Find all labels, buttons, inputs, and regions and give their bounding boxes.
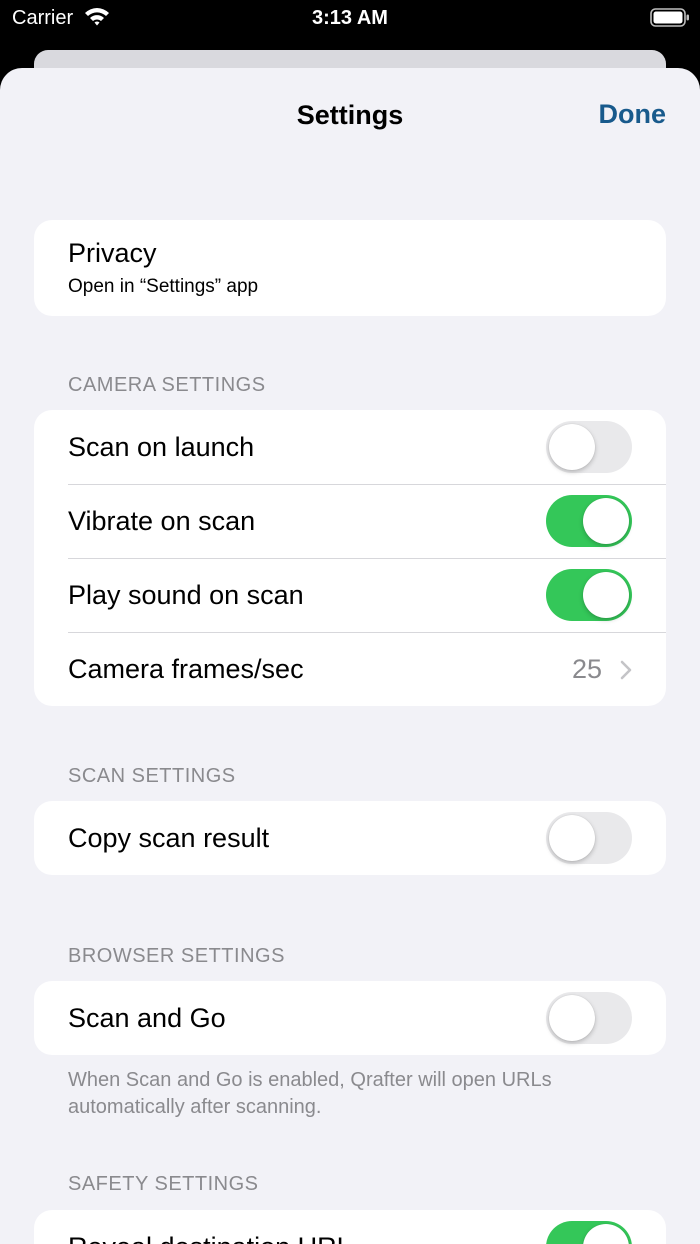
scan-and-go-row: Scan and Go	[34, 981, 666, 1055]
scan-on-launch-toggle[interactable]	[546, 421, 632, 473]
screen: Carrier 3:13 AM Settings Done Privacy Op…	[0, 0, 700, 1244]
scan-settings-group: Copy scan result	[34, 801, 666, 875]
reveal-destination-url-label: Reveal destination URL	[68, 1232, 352, 1244]
copy-scan-result-label: Copy scan result	[68, 823, 270, 853]
reveal-destination-url-row: Reveal destination URL	[34, 1210, 666, 1244]
toggle-knob	[583, 1224, 629, 1244]
camera-frames-value: 25	[571, 654, 602, 684]
vibrate-on-scan-toggle[interactable]	[546, 495, 632, 547]
play-sound-on-scan-row: Play sound on scan	[34, 558, 666, 632]
camera-frames-label: Camera frames/sec	[68, 654, 304, 684]
toggle-knob	[549, 995, 595, 1041]
copy-scan-result-toggle[interactable]	[546, 812, 632, 864]
toggle-knob	[549, 815, 595, 861]
privacy-row[interactable]: Privacy Open in “Settings” app	[34, 220, 666, 316]
browser-settings-header: BROWSER SETTINGS	[68, 945, 285, 967]
page-title: Settings	[296, 100, 404, 130]
privacy-group: Privacy Open in “Settings” app	[34, 220, 666, 316]
status-bar: Carrier 3:13 AM	[0, 0, 700, 36]
toggle-knob	[549, 424, 595, 470]
reveal-destination-url-toggle[interactable]	[546, 1221, 632, 1244]
scan-settings-header: SCAN SETTINGS	[68, 765, 236, 787]
copy-scan-result-row: Copy scan result	[34, 801, 666, 875]
clock: 3:13 AM	[312, 7, 388, 29]
scan-and-go-footer: When Scan and Go is enabled, Qrafter wil…	[68, 1069, 552, 1118]
settings-sheet: Settings Done Privacy Open in “Settings”…	[0, 68, 700, 1244]
camera-settings-group: Scan on launch Vibrate on scan Play soun…	[34, 410, 666, 706]
scan-on-launch-label: Scan on launch	[68, 432, 255, 462]
camera-settings-header: CAMERA SETTINGS	[68, 374, 266, 396]
privacy-subtitle: Open in “Settings” app	[68, 276, 259, 297]
scan-on-launch-row: Scan on launch	[34, 410, 666, 484]
toggle-knob	[583, 572, 629, 618]
safety-settings-group: Reveal destination URL	[34, 1210, 666, 1244]
vibrate-on-scan-row: Vibrate on scan	[34, 484, 666, 558]
vibrate-on-scan-label: Vibrate on scan	[68, 506, 256, 536]
scan-and-go-toggle[interactable]	[546, 992, 632, 1044]
safety-settings-header: SAFETY SETTINGS	[68, 1173, 259, 1195]
scan-and-go-label: Scan and Go	[68, 1003, 226, 1033]
privacy-title: Privacy	[68, 238, 157, 268]
toggle-knob	[583, 498, 629, 544]
done-button[interactable]: Done	[599, 99, 667, 130]
battery-icon	[650, 8, 689, 27]
play-sound-on-scan-label: Play sound on scan	[68, 580, 304, 610]
browser-settings-group: Scan and Go	[34, 981, 666, 1055]
chevron-right-icon	[620, 660, 632, 680]
camera-frames-row[interactable]: Camera frames/sec 25	[34, 632, 666, 706]
play-sound-on-scan-toggle[interactable]	[546, 569, 632, 621]
